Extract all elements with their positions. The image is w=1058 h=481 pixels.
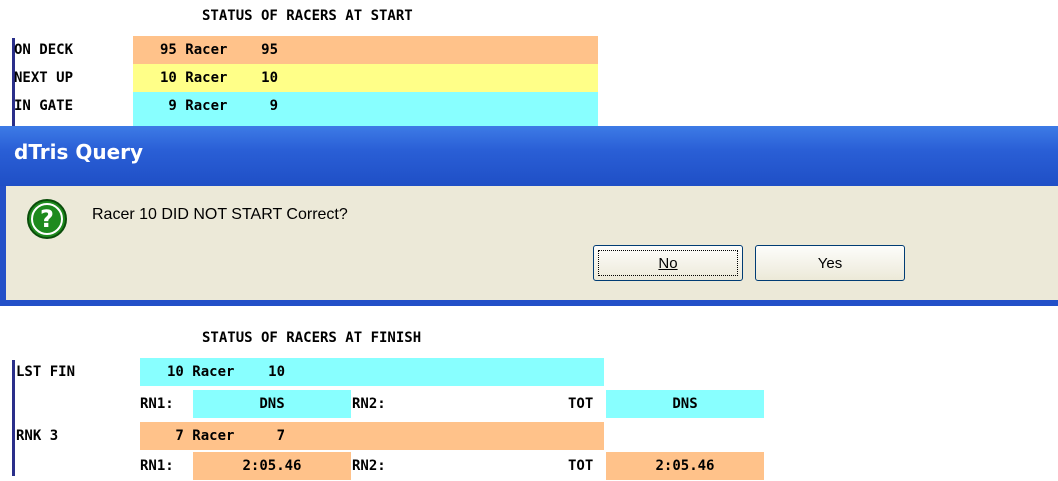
last-finish-racer: 10 Racer 10 xyxy=(140,358,604,386)
start-row-next-up-racer: 10 Racer 10 xyxy=(133,64,598,92)
finish-status-title: STATUS OF RACERS AT FINISH xyxy=(202,330,422,346)
rank-tot-value-text: 2:05.46 xyxy=(655,458,715,474)
last-finish-racer-text: 10 Racer 10 xyxy=(167,364,286,380)
no-button[interactable]: No xyxy=(593,245,743,281)
no-button-focus-ring xyxy=(598,250,738,276)
last-finish-rn1-label: RN1: xyxy=(140,396,174,412)
last-finish-tot-value-text: DNS xyxy=(672,396,698,412)
rank-racer: 7 Racer 7 xyxy=(140,422,604,450)
in-gate-racer-text: 9 Racer 9 xyxy=(160,98,279,114)
on-deck-racer-text: 95 Racer 95 xyxy=(160,42,279,58)
yes-button-label: Yes xyxy=(817,255,843,272)
last-finish-tot-value: DNS xyxy=(606,390,764,418)
start-status-title: STATUS OF RACERS AT START xyxy=(202,8,413,24)
start-row-next-up-label: NEXT UP xyxy=(14,70,74,86)
start-row-in-gate-racer: 9 Racer 9 xyxy=(133,92,598,126)
start-row-on-deck-label: ON DECK xyxy=(14,42,74,58)
start-row-on-deck-racer: 95 Racer 95 xyxy=(133,36,598,64)
svg-text:?: ? xyxy=(40,205,54,233)
next-up-racer-text: 10 Racer 10 xyxy=(160,70,279,86)
query-dialog: dTris Query ? Racer 10 DID NOT START Cor… xyxy=(0,126,1058,306)
dialog-title: dTris Query xyxy=(14,140,144,164)
rank-rn1-label: RN1: xyxy=(140,458,174,474)
rank-rn1-value: 2:05.46 xyxy=(193,452,351,480)
dialog-frame-bottom xyxy=(0,300,1058,306)
dialog-body: ? Racer 10 DID NOT START Correct? No Yes xyxy=(6,186,1058,300)
dialog-message: Racer 10 DID NOT START Correct? xyxy=(92,206,348,223)
rank-label: RNK 3 xyxy=(16,428,59,444)
last-finish-tot-label: TOT xyxy=(568,396,594,412)
rank-racer-text: 7 Racer 7 xyxy=(167,428,286,444)
rank-tot-value: 2:05.46 xyxy=(606,452,764,480)
last-finish-rn2-label: RN2: xyxy=(352,396,386,412)
yes-button[interactable]: Yes xyxy=(755,245,905,281)
rank-tot-label: TOT xyxy=(568,458,594,474)
last-finish-rn1-value-text: DNS xyxy=(259,396,285,412)
dialog-title-bar[interactable]: dTris Query xyxy=(0,126,1058,186)
start-row-in-gate-label: IN GATE xyxy=(14,98,74,114)
rank-rn2-label: RN2: xyxy=(352,458,386,474)
rank-rn1-value-text: 2:05.46 xyxy=(242,458,302,474)
last-finish-label: LST FIN xyxy=(16,364,76,380)
finish-panel-bar xyxy=(12,360,15,476)
last-finish-rn1-value: DNS xyxy=(193,390,351,418)
question-icon: ? xyxy=(27,199,67,239)
